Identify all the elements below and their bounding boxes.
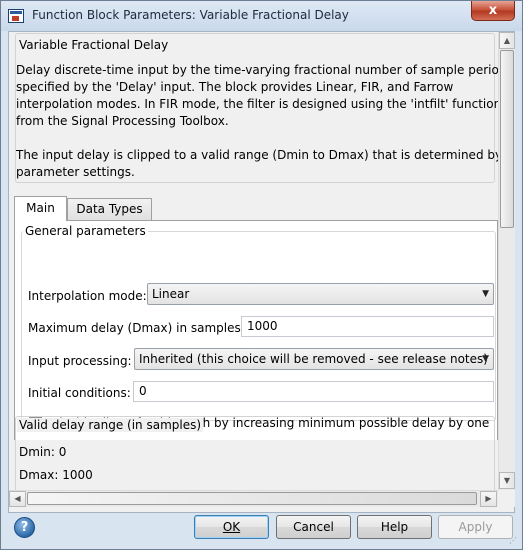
input-processing-label: Input processing:	[28, 354, 132, 368]
scrollbar-corner	[498, 490, 515, 507]
scroll-right-icon[interactable]: ▶	[480, 491, 497, 507]
ok-button[interactable]: OK	[194, 515, 269, 539]
question-mark-icon[interactable]: ?	[14, 517, 35, 538]
vertical-scrollbar[interactable]: ▲ ▼	[498, 32, 515, 490]
initial-conditions-input[interactable]: 0	[133, 381, 494, 402]
apply-button-label: Apply	[458, 520, 493, 534]
description-line: from the Signal Processing Toolbox.	[16, 114, 229, 128]
block-description: Delay discrete-time input by the time-va…	[16, 62, 498, 198]
interpolation-mode-label: Interpolation mode:	[28, 289, 147, 303]
description-line: parameter settings.	[16, 165, 135, 179]
simulink-block-icon	[8, 9, 24, 23]
general-parameters-label: General parameters	[23, 224, 148, 238]
main-tab-panel: General parameters Interpolation mode: L…	[14, 220, 498, 440]
scroll-left-icon[interactable]: ◀	[9, 491, 26, 507]
initial-conditions-label: Initial conditions:	[28, 386, 131, 400]
input-processing-select[interactable]: Inherited (this choice will be removed -…	[134, 348, 494, 370]
maximum-delay-label: Maximum delay (Dmax) in samples:	[28, 321, 245, 335]
description-line: interpolation modes. In FIR mode, the fi…	[16, 97, 498, 111]
block-name-label: Variable Fractional Delay	[17, 38, 171, 52]
window-title: Function Block Parameters: Variable Frac…	[32, 8, 349, 22]
dmax-value: Dmax: 1000	[19, 468, 93, 482]
resize-grip-icon[interactable]: ⋰	[509, 536, 519, 546]
chevron-down-icon: ▼	[482, 289, 489, 299]
apply-button[interactable]: Apply	[438, 515, 513, 539]
input-processing-value: Inherited (this choice will be removed -…	[139, 352, 488, 366]
scroll-up-icon[interactable]: ▲	[499, 32, 515, 49]
help-button[interactable]: Help	[357, 515, 432, 539]
dialog-client-area: Variable Fractional Delay Delay discrete…	[8, 31, 515, 513]
horizontal-scroll-thumb[interactable]	[27, 492, 477, 505]
description-line: specified by the 'Delay' input. The bloc…	[16, 80, 454, 94]
maximum-delay-input[interactable]: 1000	[241, 316, 494, 337]
chevron-down-icon: ▼	[482, 354, 489, 364]
tab-main[interactable]: Main	[14, 196, 67, 221]
tab-data-types[interactable]: Data Types	[67, 198, 152, 220]
dialog-window: Function Block Parameters: Variable Frac…	[0, 0, 523, 550]
title-bar[interactable]: Function Block Parameters: Variable Frac…	[1, 1, 522, 31]
interpolation-mode-value: Linear	[152, 287, 190, 301]
dmin-value: Dmin: 0	[19, 445, 67, 459]
parameters-scroll-area: Variable Fractional Delay Delay discrete…	[9, 32, 498, 490]
scroll-down-icon[interactable]: ▼	[499, 472, 515, 489]
close-button[interactable]: x	[471, 1, 515, 21]
cancel-button-label: Cancel	[293, 520, 334, 534]
ok-button-label: OK	[222, 520, 241, 534]
cancel-button[interactable]: Cancel	[276, 515, 351, 539]
description-line: Delay discrete-time input by the time-va…	[16, 63, 498, 77]
description-line: The input delay is clipped to a valid ra…	[16, 148, 498, 162]
valid-delay-range-label: Valid delay range (in samples)	[17, 418, 204, 432]
horizontal-scrollbar[interactable]: ◀ ▶	[9, 490, 498, 507]
help-button-label: Help	[380, 520, 409, 534]
interpolation-mode-select[interactable]: Linear ▼	[147, 283, 494, 305]
vertical-scroll-thumb[interactable]	[500, 50, 514, 228]
